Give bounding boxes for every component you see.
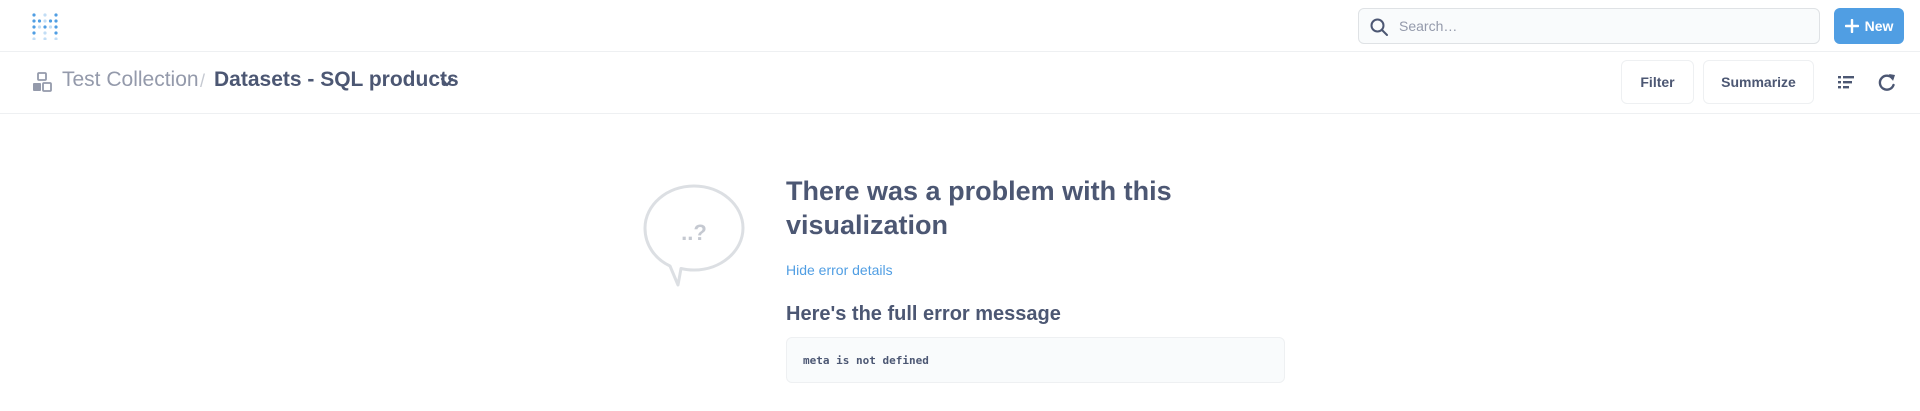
breadcrumb-separator: / [200,71,206,91]
search-bar[interactable] [1358,8,1820,44]
search-input[interactable] [1399,9,1809,43]
new-button[interactable]: New [1834,8,1904,44]
error-message: meta is not defined [803,354,929,367]
filter-button-label: Filter [1640,74,1675,90]
bubble-text: ..? [681,220,707,245]
plus-icon [1844,19,1859,33]
list-icon[interactable] [1836,72,1856,92]
new-button-label: New [1864,18,1894,34]
summarize-button[interactable]: Summarize [1703,60,1814,104]
refresh-icon[interactable] [1877,72,1897,92]
filter-button[interactable]: Filter [1621,60,1694,104]
full-error-heading: Here's the full error message [786,303,1061,325]
metabase-logo-icon[interactable] [32,12,58,40]
top-navbar: New [0,0,1920,52]
breadcrumb-collection[interactable]: Test Collection [62,68,199,92]
collection-icon [33,72,52,92]
hide-error-details-link[interactable]: Hide error details [786,262,893,278]
question-title[interactable]: Datasets - SQL products [214,68,459,92]
question-header: Test Collection / Datasets - SQL product… [0,52,1920,114]
search-icon [1370,18,1388,36]
chevron-down-icon[interactable] [440,75,454,89]
error-speech-bubble-icon: ..? [643,184,745,287]
error-message-box: meta is not defined [786,337,1285,383]
summarize-button-label: Summarize [1721,74,1796,90]
error-title: There was a problem with this visualizat… [786,176,1172,240]
